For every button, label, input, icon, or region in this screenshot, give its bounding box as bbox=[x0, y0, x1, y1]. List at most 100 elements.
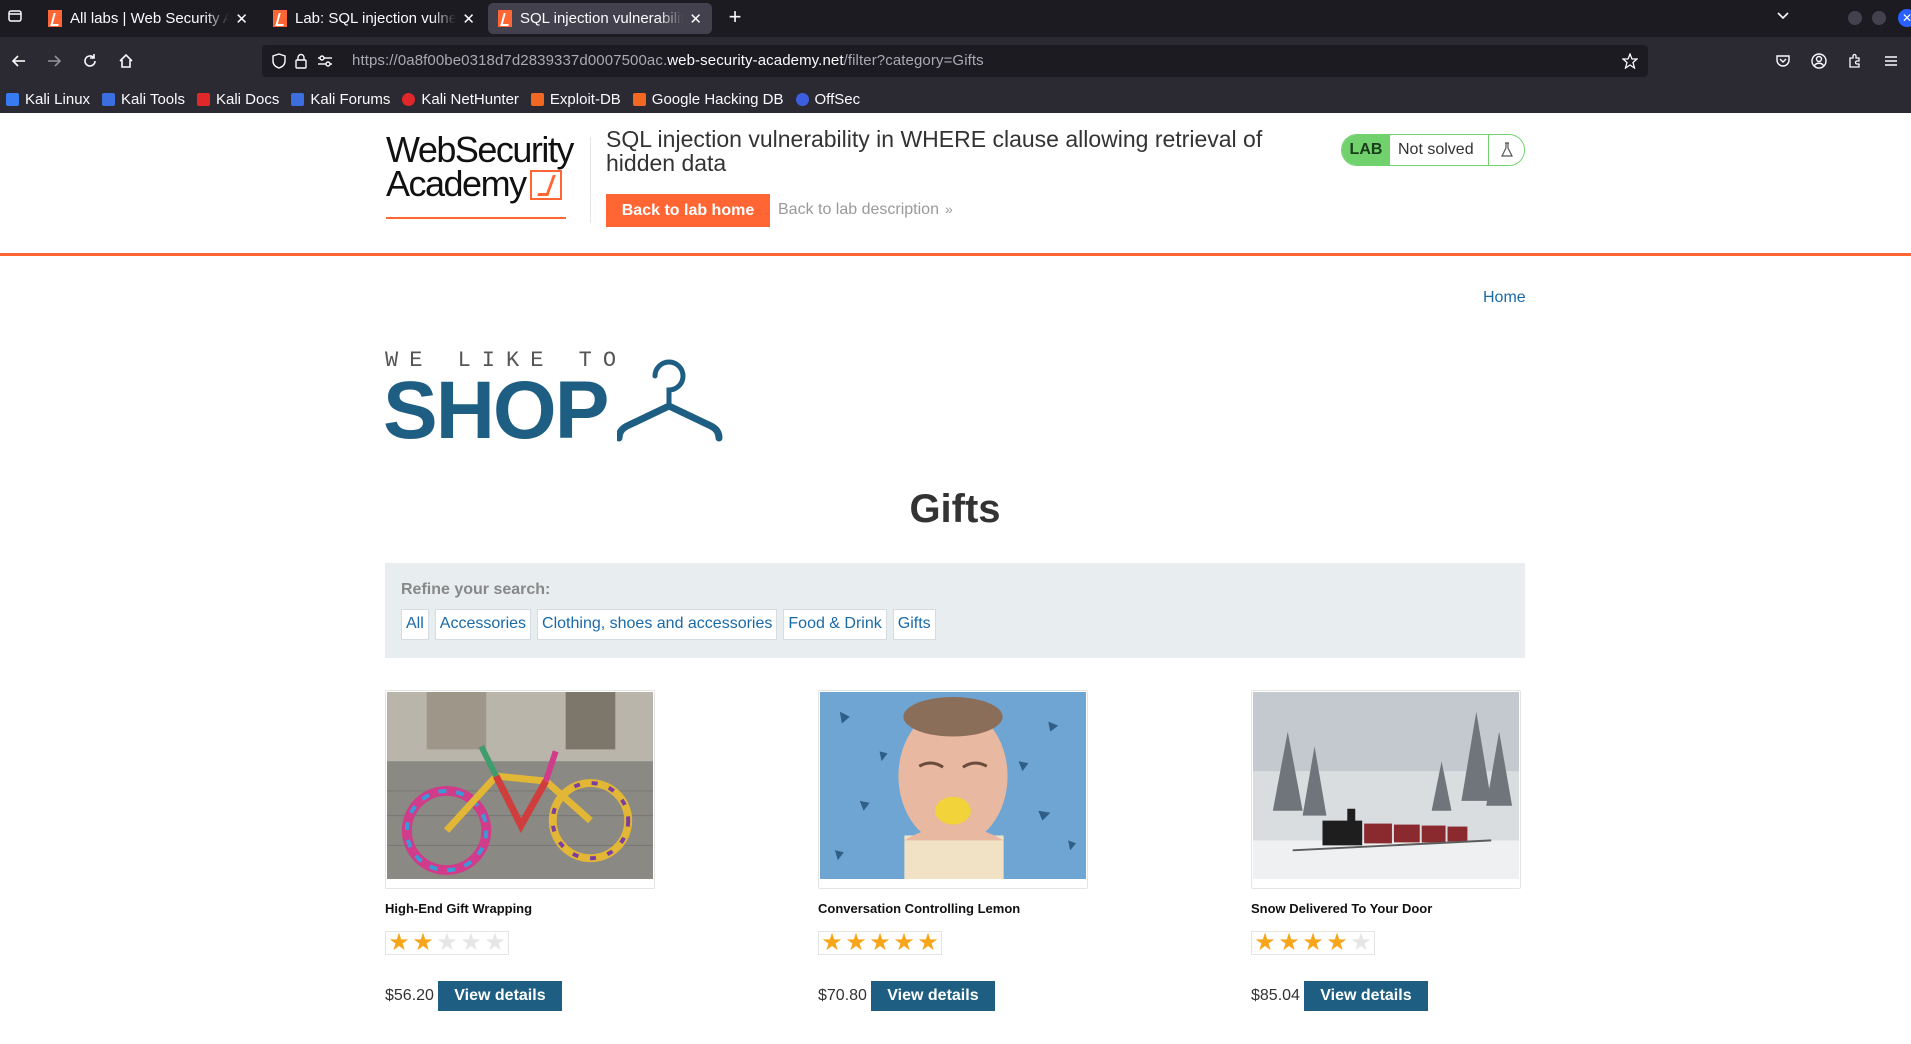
lock-icon[interactable] bbox=[292, 52, 310, 70]
kali-tools-icon bbox=[102, 92, 116, 106]
logo-line-2-wrap: Academy bbox=[386, 166, 586, 202]
close-tab-icon[interactable]: ✕ bbox=[689, 10, 702, 28]
tab-lab-sql-injection[interactable]: Lab: SQL injection vulnerability ✕ bbox=[263, 3, 485, 34]
web-security-academy-logo[interactable]: WebSecurity Academy bbox=[386, 132, 586, 219]
flask-icon bbox=[1488, 135, 1524, 165]
bookmark-kali-forums[interactable]: Kali Forums bbox=[291, 91, 390, 108]
window-close-button[interactable]: ✕ bbox=[1898, 9, 1911, 27]
star-empty-icon: ★ bbox=[436, 929, 458, 956]
bookmark-kali-tools[interactable]: Kali Tools bbox=[102, 91, 185, 108]
product-name[interactable]: Snow Delivered To Your Door bbox=[1251, 901, 1521, 916]
minimize-button[interactable] bbox=[1848, 11, 1862, 25]
star-filled-icon: ★ bbox=[821, 929, 843, 956]
product-price: $70.80 bbox=[818, 987, 867, 1004]
clothes-hanger-icon bbox=[617, 359, 723, 442]
tab-title: All labs | Web Security Academy bbox=[70, 10, 230, 27]
url-text[interactable]: https://0a8f00be0318d7d2839337d0007500ac… bbox=[352, 52, 984, 69]
bookmark-google-hacking-db[interactable]: Google Hacking DB bbox=[632, 90, 784, 108]
product-buy-row: $85.04 View details bbox=[1251, 981, 1521, 1011]
bookmark-label: Kali Tools bbox=[121, 90, 185, 108]
lab-title: SQL injection vulnerability in WHERE cla… bbox=[606, 126, 1263, 176]
filter-all[interactable]: All bbox=[401, 609, 429, 640]
bookmark-kali-docs[interactable]: Kali Docs bbox=[196, 90, 280, 108]
bookmark-kali-linux[interactable]: Kali Linux bbox=[6, 91, 90, 108]
site-permissions-icon[interactable] bbox=[316, 52, 334, 70]
product-buy-row: $56.20 View details bbox=[385, 981, 655, 1011]
lab-status-text: Not solved bbox=[1390, 135, 1488, 165]
back-to-lab-home-button[interactable]: Back to lab home bbox=[606, 194, 770, 227]
view-details-button[interactable]: View details bbox=[870, 981, 995, 1011]
filter-label: Refine your search: bbox=[401, 581, 551, 598]
view-details-button[interactable]: View details bbox=[437, 981, 562, 1011]
star-filled-icon: ★ bbox=[1254, 929, 1276, 956]
bookmark-exploit-db[interactable]: Exploit-DB bbox=[530, 90, 621, 108]
bookmark-label: Exploit-DB bbox=[549, 90, 621, 108]
logo-underline bbox=[386, 217, 566, 219]
double-chevron-right-icon: » bbox=[944, 201, 953, 217]
lightning-bolt-icon bbox=[529, 170, 562, 200]
tab-all-labs[interactable]: All labs | Web Security Academy ✕ bbox=[38, 3, 258, 34]
close-tab-icon[interactable]: ✕ bbox=[235, 10, 248, 28]
product-price: $85.04 bbox=[1251, 987, 1300, 1004]
desc-link-label: Back to lab description bbox=[778, 201, 939, 218]
bookmark-kali-nethunter[interactable]: Kali NetHunter bbox=[402, 91, 519, 108]
product-image-snow-train[interactable] bbox=[1253, 692, 1519, 879]
address-bar[interactable]: https://0a8f00be0318d7d2839337d0007500ac… bbox=[262, 45, 1648, 77]
product-name[interactable]: Conversation Controlling Lemon bbox=[818, 901, 1088, 916]
bookmark-star-icon[interactable] bbox=[1620, 51, 1640, 71]
lab-header: WebSecurity Academy SQL injection vulner… bbox=[0, 113, 1911, 256]
tab-active-sql-injection[interactable]: SQL injection vulnerability ✕ bbox=[488, 3, 712, 34]
close-tab-icon[interactable]: ✕ bbox=[462, 10, 475, 28]
menu-hamburger-icon[interactable] bbox=[1878, 48, 1904, 74]
kali-dragon-icon bbox=[6, 92, 19, 106]
reload-icon[interactable] bbox=[77, 48, 103, 74]
home-link[interactable]: Home bbox=[1483, 289, 1526, 307]
kali-docs-icon bbox=[196, 92, 210, 106]
kali-forums-icon bbox=[291, 92, 305, 106]
back-arrow-icon[interactable] bbox=[6, 48, 32, 74]
new-tab-button[interactable]: + bbox=[722, 5, 748, 31]
portswigger-favicon-icon bbox=[48, 10, 62, 27]
bookmarks-toolbar: Kali Linux Kali Tools Kali Docs Kali For… bbox=[0, 85, 1911, 113]
product-buy-row: $70.80 View details bbox=[818, 981, 1088, 1011]
maximize-button[interactable] bbox=[1872, 11, 1886, 25]
filter-links: All Accessories Clothing, shoes and acce… bbox=[401, 609, 1509, 640]
tab-title: Lab: SQL injection vulnerability bbox=[295, 10, 457, 27]
filter-accessories[interactable]: Accessories bbox=[434, 609, 532, 640]
star-rating: ★ ★ ★ ★ ★ bbox=[1251, 931, 1375, 955]
product-image-lemon-face[interactable] bbox=[820, 692, 1086, 879]
view-details-button[interactable]: View details bbox=[1303, 981, 1428, 1011]
extensions-icon[interactable] bbox=[1842, 48, 1868, 74]
pocket-icon[interactable] bbox=[1770, 48, 1796, 74]
shield-icon[interactable] bbox=[270, 52, 288, 70]
star-empty-icon: ★ bbox=[1350, 929, 1372, 956]
bookmark-offsec[interactable]: OffSec bbox=[795, 91, 860, 108]
star-filled-icon: ★ bbox=[1278, 929, 1300, 956]
offsec-icon bbox=[795, 92, 809, 106]
back-to-lab-description-link[interactable]: Back to lab description » bbox=[778, 201, 953, 219]
url-path: /filter?category=Gifts bbox=[843, 52, 984, 69]
forward-arrow-icon[interactable] bbox=[41, 48, 67, 74]
star-rating: ★ ★ ★ ★ ★ bbox=[818, 931, 942, 955]
logo-line-2: Academy bbox=[386, 163, 527, 204]
filter-clothing[interactable]: Clothing, shoes and accessories bbox=[537, 609, 778, 640]
product-card: Snow Delivered To Your Door ★ ★ ★ ★ ★ $8… bbox=[1251, 690, 1521, 1011]
star-rating: ★ ★ ★ ★ ★ bbox=[385, 931, 509, 955]
logo-shop-word: SHOP bbox=[383, 365, 609, 456]
star-filled-icon: ★ bbox=[412, 929, 434, 956]
star-filled-icon: ★ bbox=[893, 929, 915, 956]
home-icon[interactable] bbox=[113, 48, 139, 74]
category-heading: Gifts bbox=[909, 487, 1001, 531]
account-icon[interactable] bbox=[1806, 48, 1832, 74]
chevron-down-icon[interactable] bbox=[1772, 6, 1794, 30]
filter-gifts[interactable]: Gifts bbox=[892, 609, 936, 640]
bookmark-label: Google Hacking DB bbox=[651, 90, 784, 108]
bookmark-label: Kali Linux bbox=[25, 90, 91, 108]
filter-food-drink[interactable]: Food & Drink bbox=[783, 609, 887, 640]
bookmark-label: Kali NetHunter bbox=[421, 90, 519, 108]
we-like-to-shop-logo: WE LIKE TO SHOP bbox=[383, 348, 745, 452]
product-image-knitted-bicycle[interactable] bbox=[387, 692, 653, 879]
tab-list-button[interactable] bbox=[4, 6, 26, 30]
bookmark-label: Kali Docs bbox=[215, 90, 280, 108]
product-name[interactable]: High-End Gift Wrapping bbox=[385, 901, 655, 916]
